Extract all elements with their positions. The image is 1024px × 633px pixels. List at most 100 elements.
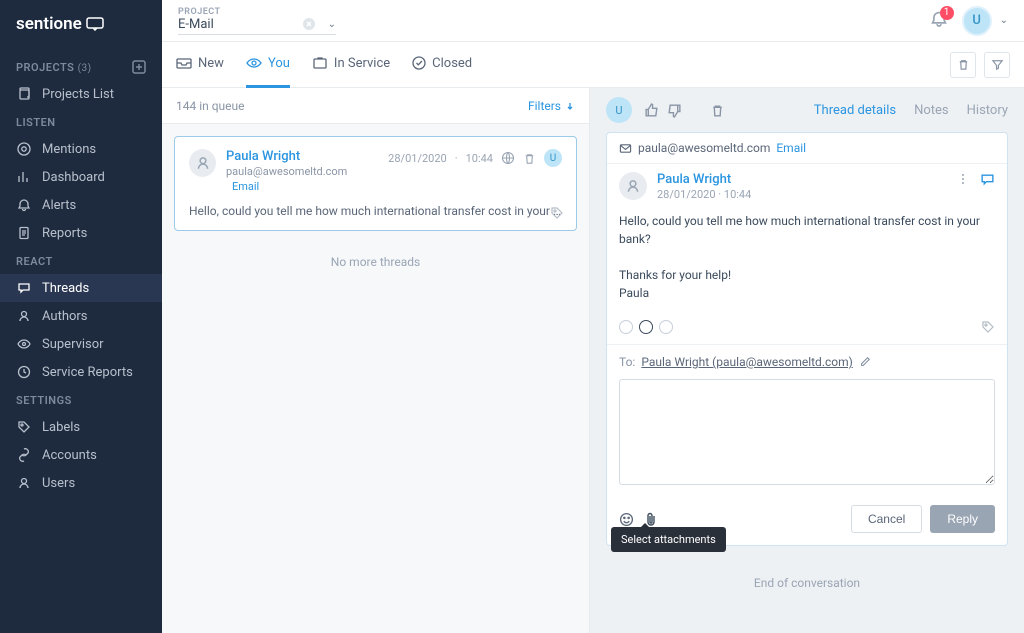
tab-label: Closed (432, 56, 472, 71)
attachment-tooltip: Select attachments (611, 527, 726, 552)
sidebar-item-label: Reports (42, 226, 87, 241)
sidebar-item-label: Dashboard (42, 170, 105, 185)
sidebar-item-projects-list[interactable]: Projects List (0, 80, 162, 108)
delete-button[interactable] (950, 52, 976, 78)
sidebar-item-label: Accounts (42, 448, 97, 463)
trash-icon[interactable] (710, 103, 725, 118)
sidebar: sentione PROJECTS (3) Projects List LIST… (0, 0, 162, 633)
tab-closed[interactable]: Closed (412, 42, 472, 88)
sidebar-item-labels[interactable]: Labels (0, 413, 162, 441)
listen-header: LISTEN (0, 108, 162, 135)
filter-button[interactable] (984, 52, 1010, 78)
sidebar-item-label: Projects List (42, 87, 114, 102)
inbox-icon (176, 56, 192, 70)
chevron-down-icon: ⌄ (1000, 15, 1008, 26)
detail-tab-notes[interactable]: Notes (914, 103, 949, 118)
chat-bubble-icon (86, 17, 104, 31)
brand-text: sentione (16, 14, 82, 34)
add-project-icon[interactable] (132, 60, 146, 74)
no-more-threads: No more threads (174, 231, 577, 293)
sidebar-item-label: Labels (42, 420, 80, 435)
mail-icon (619, 142, 632, 155)
emoji-icon[interactable] (619, 512, 634, 527)
tab-in-service[interactable]: In Service (312, 42, 390, 88)
sidebar-item-label: Alerts (42, 198, 76, 213)
thumbs-up-icon[interactable] (644, 103, 659, 118)
tag-icon[interactable] (550, 206, 564, 220)
sidebar-item-mentions[interactable]: Mentions (0, 135, 162, 163)
service-icon (312, 56, 328, 70)
topbar: PROJECT E-Mail ⌄ 1 U ⌄ (162, 0, 1024, 42)
tab-you[interactable]: You (246, 42, 290, 88)
sentiment-positive[interactable] (619, 320, 633, 334)
chevron-down-icon[interactable]: ⌄ (328, 19, 336, 30)
avatar-icon (189, 149, 216, 177)
notifications-button[interactable]: 1 (930, 10, 948, 32)
sidebar-item-threads[interactable]: Threads (0, 274, 162, 302)
thread-email-link[interactable]: Email (232, 180, 259, 193)
tag-icon[interactable] (981, 320, 995, 334)
thread-card[interactable]: Paula Wright paula@awesomeltd.com Email … (174, 136, 577, 231)
projects-header: PROJECTS (3) (0, 52, 162, 80)
speech-icon (16, 280, 32, 296)
detail-tab-history[interactable]: History (967, 103, 1008, 118)
message-panel: paula@awesomeltd.com Email Paula Wright … (606, 132, 1008, 546)
reply-button[interactable]: Reply (930, 505, 995, 533)
person-icon (16, 308, 32, 324)
thumbs-down-icon[interactable] (667, 103, 682, 118)
sidebar-item-reports[interactable]: Reports (0, 219, 162, 247)
sidebar-item-alerts[interactable]: Alerts (0, 191, 162, 219)
link-icon (16, 447, 32, 463)
message-author[interactable]: Paula Wright (657, 172, 751, 187)
settings-header: SETTINGS (0, 386, 162, 413)
detail-column: U Thread details Notes History (590, 88, 1024, 633)
clear-icon[interactable] (302, 17, 316, 31)
sentiment-negative[interactable] (659, 320, 673, 334)
sidebar-item-dashboard[interactable]: Dashboard (0, 163, 162, 191)
sidebar-item-label: Threads (42, 281, 89, 296)
project-label: PROJECT (178, 7, 336, 17)
globe-icon (501, 151, 515, 165)
avatar-icon (619, 172, 647, 200)
project-selector[interactable]: PROJECT E-Mail ⌄ (178, 7, 336, 35)
more-icon[interactable] (956, 172, 970, 187)
eye-icon (246, 56, 262, 70)
reply-textarea[interactable] (619, 379, 995, 485)
brand-logo[interactable]: sentione (0, 14, 162, 52)
trash-icon[interactable] (523, 152, 536, 165)
thread-tabs: New You In Service Closed (162, 42, 1024, 88)
user-avatar: U (962, 6, 992, 36)
tab-new[interactable]: New (176, 42, 224, 88)
assignee-badge: U (544, 149, 562, 167)
reply-to-address[interactable]: Paula Wright (paula@awesomeltd.com) (641, 355, 852, 369)
edit-icon[interactable] (859, 356, 871, 368)
sidebar-item-accounts[interactable]: Accounts (0, 441, 162, 469)
eye-icon (16, 336, 32, 352)
thread-author: Paula Wright (226, 149, 378, 164)
notification-badge: 1 (940, 6, 954, 20)
tab-label: In Service (334, 56, 390, 71)
sidebar-item-service-reports[interactable]: Service Reports (0, 358, 162, 386)
sentiment-neutral[interactable] (639, 320, 653, 334)
thread-time: 10:44 (466, 152, 493, 165)
user-menu[interactable]: U ⌄ (962, 6, 1008, 36)
tab-label: New (198, 56, 224, 71)
react-header: REACT (0, 247, 162, 274)
cancel-button[interactable]: Cancel (851, 505, 922, 533)
reply-icon[interactable] (980, 172, 995, 187)
filters-link[interactable]: Filters (528, 99, 575, 113)
thread-preview: Hello, could you tell me how much intern… (189, 204, 562, 218)
sidebar-item-supervisor[interactable]: Supervisor (0, 330, 162, 358)
assignee-avatar[interactable]: U (606, 97, 632, 123)
queue-count: 144 in queue (176, 99, 245, 113)
sidebar-item-users[interactable]: Users (0, 469, 162, 497)
sidebar-item-label: Supervisor (42, 337, 104, 352)
sidebar-item-authors[interactable]: Authors (0, 302, 162, 330)
copy-icon (16, 86, 32, 102)
email-link[interactable]: Email (776, 141, 806, 155)
thread-email: paula@awesomeltd.com (226, 165, 347, 178)
message-body: Hello, could you tell me how much intern… (607, 206, 1007, 314)
sentiment-row (607, 314, 1007, 345)
tag-icon (16, 419, 32, 435)
detail-tab-thread[interactable]: Thread details (814, 103, 896, 118)
